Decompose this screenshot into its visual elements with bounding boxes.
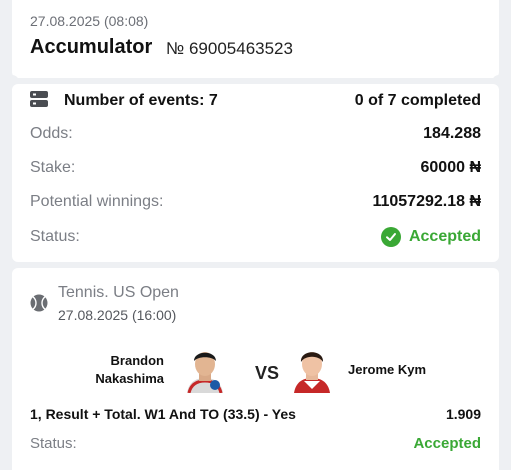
player1-last-name: Nakashima bbox=[95, 371, 164, 386]
event-status-value: Accepted bbox=[413, 435, 481, 452]
completed-count: 0 of 7 completed bbox=[354, 92, 481, 109]
check-circle-icon bbox=[380, 227, 401, 247]
bet-odds: 1.909 bbox=[445, 406, 481, 422]
stake-row: Stake: 60000 ₦ bbox=[30, 156, 481, 180]
list-icon bbox=[30, 90, 48, 112]
bet-ticket: 27.08.2025 (08:08) Accumulator № 6900546… bbox=[5, 0, 506, 470]
odds-label: Odds: bbox=[30, 125, 73, 142]
versus-label: VS bbox=[255, 363, 280, 383]
bet-row: 1, Result + Total. W1 And TO (33.5) - Ye… bbox=[30, 406, 481, 422]
event-status-row: Status: Accepted bbox=[30, 435, 481, 452]
events-row: Number of events: 7 0 of 7 completed bbox=[30, 89, 481, 113]
bet-selection: 1, Result + Total. W1 And TO (33.5) - Ye… bbox=[30, 406, 296, 422]
winnings-value: 11057292.18 ₦ bbox=[372, 193, 481, 210]
ticket-type-title: Accumulator bbox=[30, 36, 153, 58]
status-row: Status: Accepted bbox=[30, 225, 481, 249]
odds-row: Odds: 184.288 bbox=[30, 122, 481, 146]
winnings-label: Potential winnings: bbox=[30, 193, 164, 210]
player1-name: Brandon Nakashima bbox=[74, 352, 164, 388]
event-status-label: Status: bbox=[30, 435, 77, 452]
ticket-number: № 69005463523 bbox=[166, 39, 293, 58]
player1-first-name: Brandon bbox=[110, 353, 164, 368]
player1-avatar bbox=[181, 345, 229, 394]
status-value: Accepted bbox=[408, 228, 481, 245]
event-sport: Tennis. US Open bbox=[58, 284, 179, 301]
event-date: 27.08.2025 (16:00) bbox=[58, 307, 177, 323]
events-count: Number of events: 7 bbox=[64, 92, 218, 109]
tennis-ball-icon bbox=[30, 294, 48, 317]
player2-avatar bbox=[288, 345, 336, 393]
winnings-row: Potential winnings: 11057292.18 ₦ bbox=[30, 190, 481, 214]
player2-name: Jerome Kym bbox=[348, 362, 427, 377]
status-label: Status: bbox=[30, 228, 80, 245]
stake-label: Stake: bbox=[30, 159, 76, 176]
odds-value: 184.288 bbox=[423, 125, 481, 142]
stake-value: 60000 ₦ bbox=[420, 159, 482, 176]
ticket-date: 27.08.2025 (08:08) bbox=[30, 13, 149, 29]
event-header: Tennis. US Open 27.08.2025 (16:00) bbox=[30, 284, 179, 323]
